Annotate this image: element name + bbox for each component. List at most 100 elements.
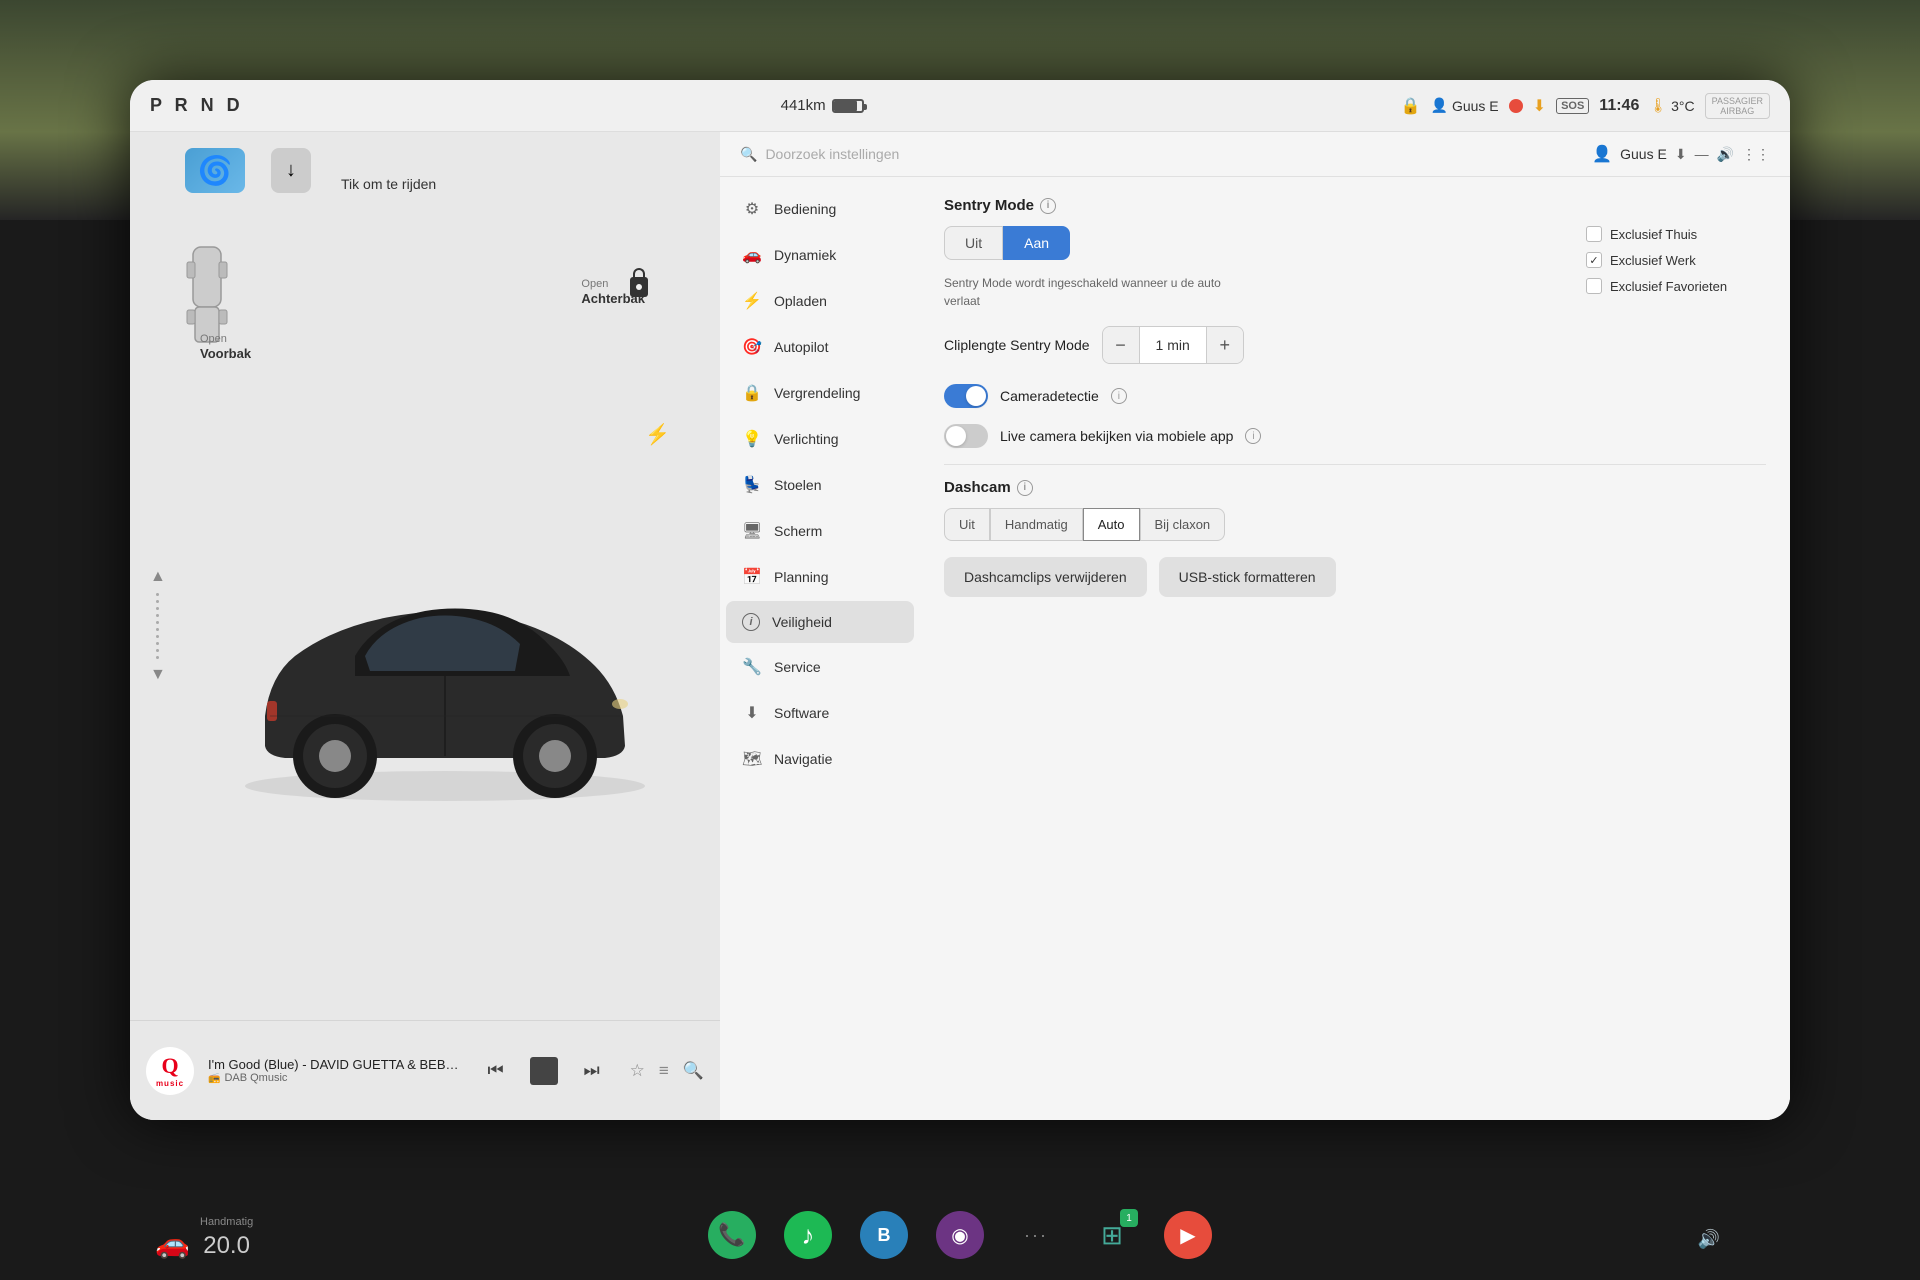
music-controls[interactable]: ⏮ ⏭ [480, 1055, 608, 1087]
dashcam-info-icon[interactable]: i [1017, 480, 1033, 496]
track-info: I'm Good (Blue) - DAVID GUETTA & BEBE RE… [208, 1057, 466, 1084]
phone-taskbar-icon[interactable]: 📞 [708, 1211, 756, 1259]
volume-indicator[interactable]: 🔊 [1698, 1229, 1720, 1250]
ac-unit-passenger[interactable]: ↓ [271, 148, 311, 193]
live-camera-toggle[interactable] [944, 424, 988, 448]
bottom-temperature: Handmatig 20.0 [200, 1216, 253, 1260]
clip-length-plus-button[interactable]: + [1207, 327, 1243, 363]
user-info-panel: 👤 Guus E ⬇ — 🔊 ⋮⋮ [1592, 144, 1770, 164]
nav-item-scherm[interactable]: 🖥 Scherm [726, 509, 914, 553]
camera-taskbar-icon[interactable]: ◉ [936, 1211, 984, 1259]
nav-label-navigatie: Navigatie [774, 751, 832, 767]
exclusief-thuis-option[interactable]: Exclusief Thuis [1586, 226, 1766, 242]
ac-unit-driver[interactable]: 🌀 [185, 148, 245, 193]
dashcam-handmatig-button[interactable]: Handmatig [990, 508, 1083, 541]
battery-fill [834, 101, 858, 111]
search-icon: 🔍 [740, 146, 757, 163]
live-camera-info-icon[interactable]: i [1245, 428, 1261, 444]
nav-item-navigatie[interactable]: 🗺 Navigatie [726, 737, 914, 781]
lock-door-indicator [630, 277, 648, 297]
volume-down-arrow[interactable]: ▼ [150, 667, 166, 683]
equalizer-button[interactable]: ≡ [659, 1061, 669, 1081]
music-text: music [156, 1079, 184, 1088]
dashcam-title: Dashcam i [944, 479, 1766, 496]
more-taskbar-icon[interactable]: ··· [1012, 1211, 1060, 1259]
user-name-status: Guus E [1452, 98, 1499, 114]
dashcam-bij-claxon-button[interactable]: Bij claxon [1140, 508, 1226, 541]
dashcam-off-button[interactable]: Uit [944, 508, 990, 541]
exclusief-favoriet-checkbox[interactable] [1586, 278, 1602, 294]
nav-item-opladen[interactable]: ⚡ Opladen [726, 279, 914, 323]
notification-taskbar-icon[interactable]: ⊞ 1 [1088, 1211, 1136, 1259]
camera-detection-info-icon[interactable]: i [1111, 388, 1127, 404]
left-panel: ▲ ▼ [130, 132, 720, 1120]
nav-item-planning[interactable]: 📅 Planning [726, 555, 914, 599]
nav-item-veiligheid[interactable]: i Veiligheid [726, 601, 914, 643]
stop-icon [530, 1057, 558, 1085]
nav-label-verlichting: Verlichting [774, 431, 839, 447]
volume-up-arrow[interactable]: ▲ [150, 569, 166, 585]
next-track-button[interactable]: ⏭ [576, 1055, 608, 1087]
status-center: 441km [781, 97, 864, 114]
nav-label-service: Service [774, 659, 821, 675]
more-action-icon[interactable]: ⋮⋮ [1742, 146, 1770, 163]
nav-item-autopilot[interactable]: 🎯 Autopilot [726, 325, 914, 369]
planning-icon: 📅 [742, 567, 762, 587]
spotify-taskbar-icon[interactable]: ♪ [784, 1211, 832, 1259]
bluetooth-taskbar-icon[interactable]: B [860, 1211, 908, 1259]
dashcam-toggle-row: Uit Handmatig Auto Bij claxon [944, 508, 1766, 541]
clip-length-minus-button[interactable]: − [1103, 327, 1139, 363]
download-action-icon[interactable]: ⬇ [1675, 146, 1687, 163]
remove-clips-button[interactable]: Dashcamclips verwijderen [944, 557, 1147, 597]
nav-item-verlichting[interactable]: 💡 Verlichting [726, 417, 914, 461]
tap-to-drive-label[interactable]: Tik om te rijden [341, 176, 436, 192]
camera-detection-toggle[interactable] [944, 384, 988, 408]
dashcam-auto-button[interactable]: Auto [1083, 508, 1140, 541]
left-volume-arrows[interactable]: ▲ ▼ [150, 569, 166, 683]
nav-item-dynamiek[interactable]: 🚗 Dynamiek [726, 233, 914, 277]
sentry-on-button[interactable]: Aan [1003, 226, 1070, 260]
radio-logo[interactable]: Q music [146, 1047, 194, 1095]
exclusief-favoriet-option[interactable]: Exclusief Favorieten [1586, 278, 1766, 294]
bediening-icon: ⚙ [742, 199, 762, 219]
sentry-off-button[interactable]: Uit [944, 226, 1003, 260]
search-input-wrap[interactable]: 🔍 Doorzoek instellingen [740, 146, 899, 163]
user-avatar-icon: 👤 [1592, 144, 1612, 164]
temp-value-display: 20.0 [203, 1232, 250, 1260]
volume-action-icon[interactable]: 🔊 [1717, 146, 1734, 163]
nav-label-dynamiek: Dynamiek [774, 247, 836, 263]
nav-label-opladen: Opladen [774, 293, 827, 309]
bottom-car-icon[interactable]: 🚗 [155, 1227, 190, 1260]
nav-label-scherm: Scherm [774, 523, 822, 539]
nav-item-software[interactable]: ⬇ Software [726, 691, 914, 735]
stop-button[interactable] [528, 1055, 560, 1087]
sentry-info-icon[interactable]: i [1040, 198, 1056, 214]
nav-item-stoelen[interactable]: 💺 Stoelen [726, 463, 914, 507]
format-usb-button[interactable]: USB-stick formatteren [1159, 557, 1336, 597]
nav-item-vergrendeling[interactable]: 🔒 Vergrendeling [726, 371, 914, 415]
range-value: 441km [781, 97, 826, 114]
exclusief-werk-option[interactable]: Exclusief Werk [1586, 252, 1766, 268]
sentry-block: Uit Aan Sentry Mode wordt ingeschakeld w… [944, 226, 1766, 326]
search-placeholder[interactable]: Doorzoek instellingen [765, 146, 899, 162]
sentry-right: Exclusief Thuis Exclusief Werk Exclusief… [1586, 226, 1766, 326]
taskbar: 📞 ♪ B ◉ ··· ⊞ 1 ▶ [130, 1190, 1790, 1280]
temp-mode-label: Handmatig [200, 1216, 253, 1228]
prev-track-button[interactable]: ⏮ [480, 1055, 512, 1087]
settings-action-icon[interactable]: — [1695, 146, 1709, 162]
nav-item-service[interactable]: 🔧 Service [726, 645, 914, 689]
ac-icon-passenger[interactable]: ↓ [271, 148, 311, 193]
main-screen: P R N D 441km 🔒 👤 Guus E ⬇ SOS 11 [130, 80, 1790, 1120]
ac-icon-driver[interactable]: 🌀 [185, 148, 245, 193]
range-info: 441km [781, 97, 864, 114]
vergrendeling-icon: 🔒 [742, 383, 762, 403]
sentry-toggle-row: Uit Aan [944, 226, 1566, 260]
clip-length-value: 1 min [1139, 327, 1207, 363]
exclusief-werk-checkbox[interactable] [1586, 252, 1602, 268]
exclusief-thuis-checkbox[interactable] [1586, 226, 1602, 242]
youtube-taskbar-icon[interactable]: ▶ [1164, 1211, 1212, 1259]
live-camera-row: Live camera bekijken via mobiele app i [944, 424, 1766, 448]
nav-item-bediening[interactable]: ⚙ Bediening [726, 187, 914, 231]
favorite-button[interactable]: ☆ [630, 1061, 645, 1081]
search-music-button[interactable]: 🔍 [683, 1061, 704, 1081]
